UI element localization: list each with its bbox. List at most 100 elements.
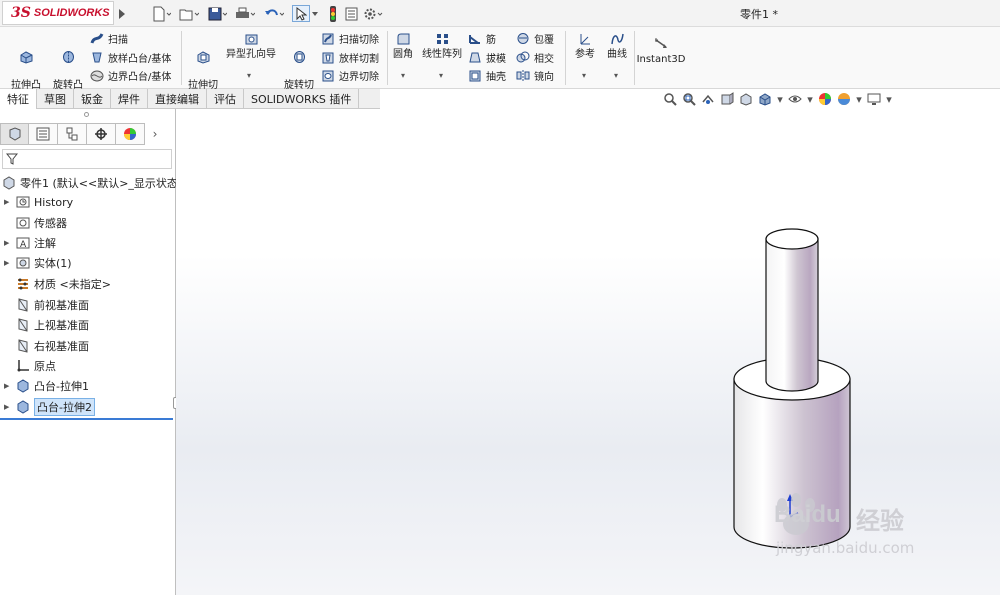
tree-item-label: 实体(1) [34, 257, 72, 270]
extrude-feature-icon [17, 379, 29, 393]
tree-item-sensors[interactable]: 传感器 [0, 214, 176, 232]
extrude-boss-icon [20, 51, 32, 64]
tree-item-history[interactable]: ▶ History [0, 193, 176, 211]
tab-sketch[interactable]: 草图 [37, 89, 74, 109]
mirror-label: 镜向 [534, 72, 554, 83]
rib-button[interactable]: 筋 [468, 30, 496, 47]
boundary-cut-button[interactable]: 边界切除 [321, 67, 379, 84]
display-style-icon[interactable] [757, 92, 773, 107]
curves-label: 曲线 [607, 49, 627, 60]
open-folder-icon[interactable] [178, 5, 200, 22]
zoom-to-fit-icon[interactable] [662, 92, 678, 107]
options-gear-icon[interactable] [362, 5, 384, 22]
tree-item-label: 前视基准面 [34, 299, 89, 312]
select-dropdown-icon[interactable] [310, 5, 320, 22]
zoom-to-area-icon[interactable] [681, 92, 697, 107]
tree-item-front-plane[interactable]: 前视基准面 [0, 296, 176, 314]
linear-pattern-dropdown-icon[interactable]: ▾ [439, 71, 443, 80]
shell-button[interactable]: 抽壳 [468, 67, 506, 84]
hide-show-items-icon[interactable] [787, 92, 803, 107]
scene-dropdown-icon[interactable]: ▾ [855, 92, 863, 107]
property-manager-tab-icon[interactable] [29, 123, 58, 145]
hole-wizard-button[interactable]: 异型孔向导 [223, 32, 279, 61]
display-manager-tab-icon[interactable] [116, 123, 145, 145]
tree-item-material[interactable]: 材质 <未指定> [0, 275, 176, 293]
tree-filter-field[interactable] [2, 149, 172, 169]
expand-arrow-icon[interactable]: ▶ [4, 239, 12, 247]
extrude-feature-icon [17, 400, 29, 414]
expand-arrow-icon[interactable]: ▶ [4, 198, 12, 206]
expand-arrow-icon[interactable]: ▶ [4, 382, 12, 390]
document-title: 零件1 * [740, 8, 778, 21]
rebuild-traffic-light-icon[interactable] [326, 5, 340, 22]
annotation-folder-icon: A [16, 237, 30, 250]
intersect-button[interactable]: 相交 [516, 49, 554, 66]
tree-item-top-plane[interactable]: 上视基准面 [0, 316, 176, 334]
swept-cut-label: 扫描切除 [339, 35, 379, 46]
view-settings-dropdown-icon[interactable]: ▾ [885, 92, 893, 107]
wrap-button[interactable]: 包覆 [516, 30, 554, 47]
tree-item-boss-extrude2[interactable]: ▶ 凸台-拉伸2 [0, 398, 176, 416]
reference-geometry-button[interactable]: 参考 [572, 32, 598, 61]
tree-item-right-plane[interactable]: 右视基准面 [0, 337, 176, 355]
select-pointer-icon[interactable] [292, 5, 310, 22]
expand-arrow-icon[interactable]: ▶ [4, 403, 12, 411]
tab-sheet-metal[interactable]: 钣金 [74, 89, 111, 109]
boundary-boss-button[interactable]: 边界凸台/基体 [90, 67, 171, 84]
hide-show-dropdown-icon[interactable]: ▾ [806, 92, 814, 107]
watermark-brand-2: du [811, 501, 841, 528]
loft-boss-button[interactable]: 放样凸台/基体 [90, 49, 171, 66]
configuration-manager-tab-icon[interactable] [58, 123, 87, 145]
display-style-dropdown-icon[interactable]: ▾ [776, 92, 784, 107]
panel-grip-icon[interactable] [84, 112, 89, 117]
panel-tabs-next-icon[interactable]: › [145, 123, 165, 145]
dimxpert-manager-tab-icon[interactable] [87, 123, 116, 145]
tab-evaluate[interactable]: 评估 [207, 89, 244, 109]
tab-features[interactable]: 特征 [0, 89, 37, 109]
sweep-button[interactable]: 扫描 [90, 30, 128, 47]
curves-button[interactable]: 曲线 [604, 32, 630, 61]
tree-item-origin[interactable]: 原点 [0, 357, 176, 375]
save-icon[interactable] [206, 5, 228, 22]
apply-scene-icon[interactable] [836, 92, 852, 107]
lofted-cut-button[interactable]: 放样切割 [321, 49, 379, 66]
tree-item-annotations[interactable]: ▶ A 注解 [0, 234, 176, 252]
top-cylinder[interactable] [765, 228, 819, 392]
feature-manager-tab-icon[interactable] [0, 123, 29, 145]
new-document-icon[interactable] [150, 5, 172, 22]
hole-wizard-dropdown-icon[interactable]: ▾ [247, 71, 251, 80]
file-properties-icon[interactable] [344, 5, 358, 22]
edit-appearance-icon[interactable] [817, 92, 833, 107]
history-folder-icon [16, 196, 30, 208]
reference-dropdown-icon[interactable]: ▾ [582, 71, 586, 80]
curves-icon [610, 33, 624, 45]
tree-item-solid-bodies[interactable]: ▶ 实体(1) [0, 254, 176, 272]
expand-arrow-icon[interactable]: ▶ [4, 259, 12, 267]
view-orientation-icon[interactable] [738, 92, 754, 107]
undo-icon[interactable] [263, 5, 285, 22]
swept-cut-button[interactable]: 扫描切除 [321, 30, 379, 47]
view-settings-icon[interactable] [866, 92, 882, 107]
plane-icon [18, 318, 28, 332]
print-icon[interactable] [234, 5, 256, 22]
section-view-icon[interactable] [719, 92, 735, 107]
title-bar: 3S SOLIDWORKS 零件1 * [0, 0, 1000, 27]
mirror-button[interactable]: 镜向 [516, 67, 554, 84]
graphics-area[interactable]: Baidu 经验 jingyan.baidu.com [176, 109, 1000, 595]
solidworks-logo[interactable]: 3S SOLIDWORKS [2, 1, 114, 25]
tree-root-label: 零件1 (默认<<默认>_显示状态 [20, 177, 178, 190]
instant3d-button[interactable]: Instant3D [636, 37, 686, 66]
tab-weldments[interactable]: 焊件 [111, 89, 148, 109]
shell-label: 抽壳 [486, 72, 506, 83]
fillet-button[interactable]: 圆角 [390, 32, 416, 61]
tree-root-part[interactable]: 零件1 (默认<<默认>_显示状态 [0, 174, 178, 192]
fillet-dropdown-icon[interactable]: ▾ [401, 71, 405, 80]
menu-expand-icon[interactable] [117, 5, 127, 22]
draft-button[interactable]: 拔模 [468, 49, 506, 66]
linear-pattern-button[interactable]: 线性阵列 [419, 32, 465, 61]
tab-direct-editing[interactable]: 直接编辑 [148, 89, 207, 109]
curves-dropdown-icon[interactable]: ▾ [614, 71, 618, 80]
tab-solidworks-addins[interactable]: SOLIDWORKS 插件 [244, 89, 360, 109]
tree-item-boss-extrude1[interactable]: ▶ 凸台-拉伸1 [0, 377, 176, 395]
previous-view-icon[interactable] [700, 92, 716, 107]
